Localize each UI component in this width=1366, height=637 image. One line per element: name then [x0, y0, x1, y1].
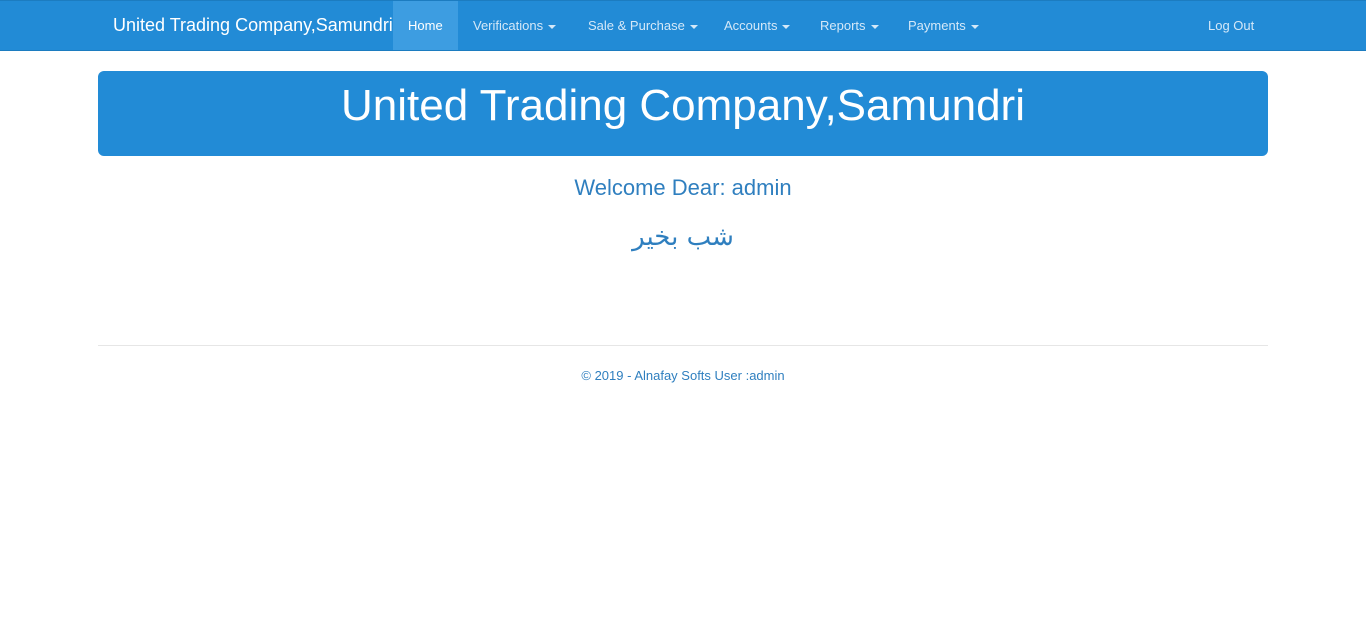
nav-accounts-dropdown[interactable]: Accounts: [724, 1, 791, 50]
caret-down-icon: [870, 24, 879, 29]
caret-down-icon: [782, 24, 791, 29]
nav-payments-label: Payments: [908, 18, 966, 33]
caret-down-icon: [689, 24, 698, 29]
navbar-brand[interactable]: United Trading Company,Samundri: [113, 15, 393, 36]
nav-home[interactable]: Home: [393, 1, 458, 50]
caret-down-icon: [970, 24, 979, 29]
nav-sale-purchase-label: Sale & Purchase: [588, 18, 685, 33]
top-navbar: United Trading Company,Samundri Home Ver…: [0, 0, 1366, 51]
nav-verifications-label: Verifications: [473, 18, 544, 33]
footer-divider: [98, 345, 1268, 346]
nav-sale-purchase-dropdown[interactable]: Sale & Purchase: [588, 1, 698, 50]
header-banner: United Trading Company,Samundri: [98, 71, 1268, 156]
nav-home-label: Home: [408, 18, 443, 33]
welcome-message: Welcome Dear: admin: [574, 175, 792, 200]
nav-payments-dropdown[interactable]: Payments: [908, 1, 979, 50]
nav-verifications-dropdown[interactable]: Verifications: [473, 1, 557, 50]
greeting-text: شب بخیر: [632, 222, 734, 252]
logout-label: Log Out: [1208, 18, 1255, 33]
nav-reports-label: Reports: [820, 18, 866, 33]
caret-down-icon: [548, 24, 557, 29]
logout-link[interactable]: Log Out: [1208, 1, 1254, 50]
nav-reports-dropdown[interactable]: Reports: [820, 1, 879, 50]
page-title: United Trading Company,Samundri: [341, 81, 1025, 130]
footer-text: © 2019 - Alnafay Softs User :admin: [581, 368, 785, 383]
nav-accounts-label: Accounts: [724, 18, 778, 33]
